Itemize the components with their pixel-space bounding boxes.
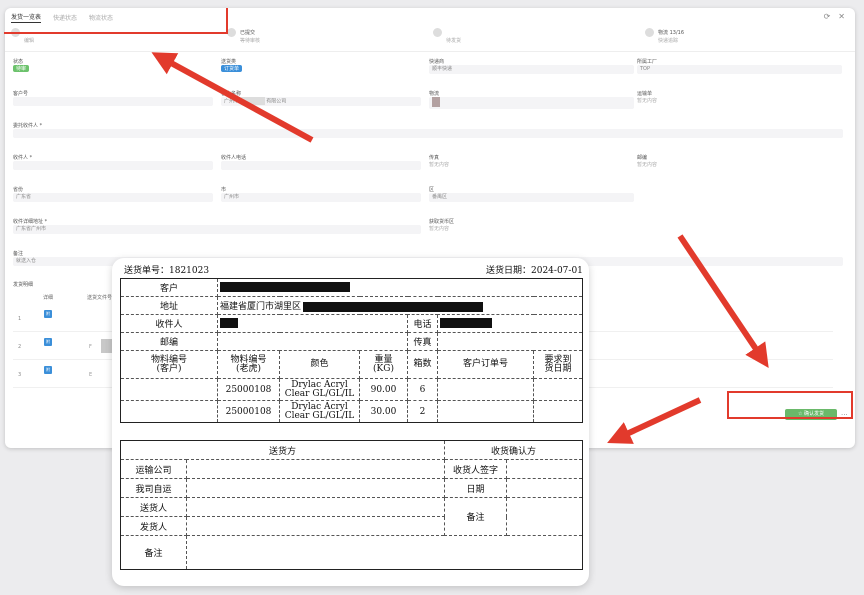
receiver-signature-label: 收货人签字 [444,459,508,479]
header-required-date: 要求到 货日期 [533,350,583,379]
row-color: Drylac Acryl Clear GL/GL/IL [279,400,360,423]
signature-table: 送货方 收货确认方 运输公司 收货人签字 我司自运 日期 送货人 备注 发货人 … [119,440,584,570]
row-boxes: 2 [407,400,438,423]
row-boxes: 6 [407,378,438,401]
row-cust-code [120,378,218,401]
header-boxes: 箱数 [407,350,438,379]
customer-value [217,278,583,297]
delivery-date: 送货日期：2024-07-01 [486,266,583,276]
phone-redacted [440,318,492,329]
receiver-remark-label: 备注 [444,497,508,536]
postcode-value-cell [217,332,408,351]
header-color: 颜色 [279,350,360,379]
delivery-note-sheet: 送货单号：1821023 送货日期：2024-07-01 客户 地址 福建省厦门… [112,258,589,586]
delivery-items-table: 客户 地址 福建省厦门市湖里区 收件人 电话 邮编 传真 物料编号 (客户) 物… [120,278,583,423]
self-delivery-label: 我司自运 [120,478,187,498]
transport-company-label: 运输公司 [120,459,187,479]
row-cust-code [120,400,218,423]
receiver-label-cell: 收件人 [120,314,218,333]
table-row: 25000108 Drylac Acryl Clear GL/GL/IL 30.… [120,400,583,423]
arrow-to-tabs [151,52,314,143]
sender-remark-label: 备注 [120,535,187,570]
customer-redacted [220,282,350,293]
phone-value-cell [437,314,583,333]
deliverer-label: 送货人 [120,497,187,517]
header-cust-code: 物料编号 (客户) [120,350,218,379]
postcode-label-cell: 邮编 [120,332,218,351]
row-weight: 30.00 [359,400,408,423]
table-row: 25000108 Drylac Acryl Clear GL/GL/IL 90.… [120,378,583,401]
fax-value-cell [437,332,583,351]
self-delivery-value [185,478,446,498]
address-value-cell: 福建省厦门市湖里区 [217,296,583,315]
row-color: Drylac Acryl Clear GL/GL/IL [279,378,360,401]
receiver-value-cell [217,314,408,333]
row-order-no [437,378,534,401]
shipper-value [185,516,446,536]
receiver-remark-value [506,497,584,536]
header-order-no: 客户订单号 [437,350,534,379]
receiver-redacted [220,318,238,329]
arrow-to-sheet [607,397,702,444]
receive-date-label: 日期 [444,478,508,498]
row-tiger-code: 25000108 [217,378,280,401]
transport-company-value [185,459,446,479]
row-date [533,400,583,423]
receiver-confirm-header: 收货确认方 [444,440,584,460]
sender-remark-value [185,535,584,570]
row-order-no [437,400,534,423]
sender-header: 送货方 [119,440,446,460]
address-label-cell: 地址 [120,296,218,315]
address-value: 福建省厦门市湖里区 [220,302,302,312]
phone-label-cell: 电话 [407,314,438,333]
arrow-to-confirm [677,234,769,368]
row-tiger-code: 25000108 [217,400,280,423]
fax-label-cell: 传真 [407,332,438,351]
customer-label: 客户 [120,278,218,297]
address-redacted [303,301,484,312]
receiver-signature-value [506,459,584,479]
row-weight: 90.00 [359,378,408,401]
header-tiger-code: 物料编号 (老虎) [217,350,280,379]
delivery-order-number: 送货单号：1821023 [124,266,210,276]
row-date [533,378,583,401]
shipper-label: 发货人 [120,516,187,536]
deliverer-value [185,497,446,517]
receive-date-value [506,478,584,498]
header-weight: 重量 (KG) [359,350,408,379]
